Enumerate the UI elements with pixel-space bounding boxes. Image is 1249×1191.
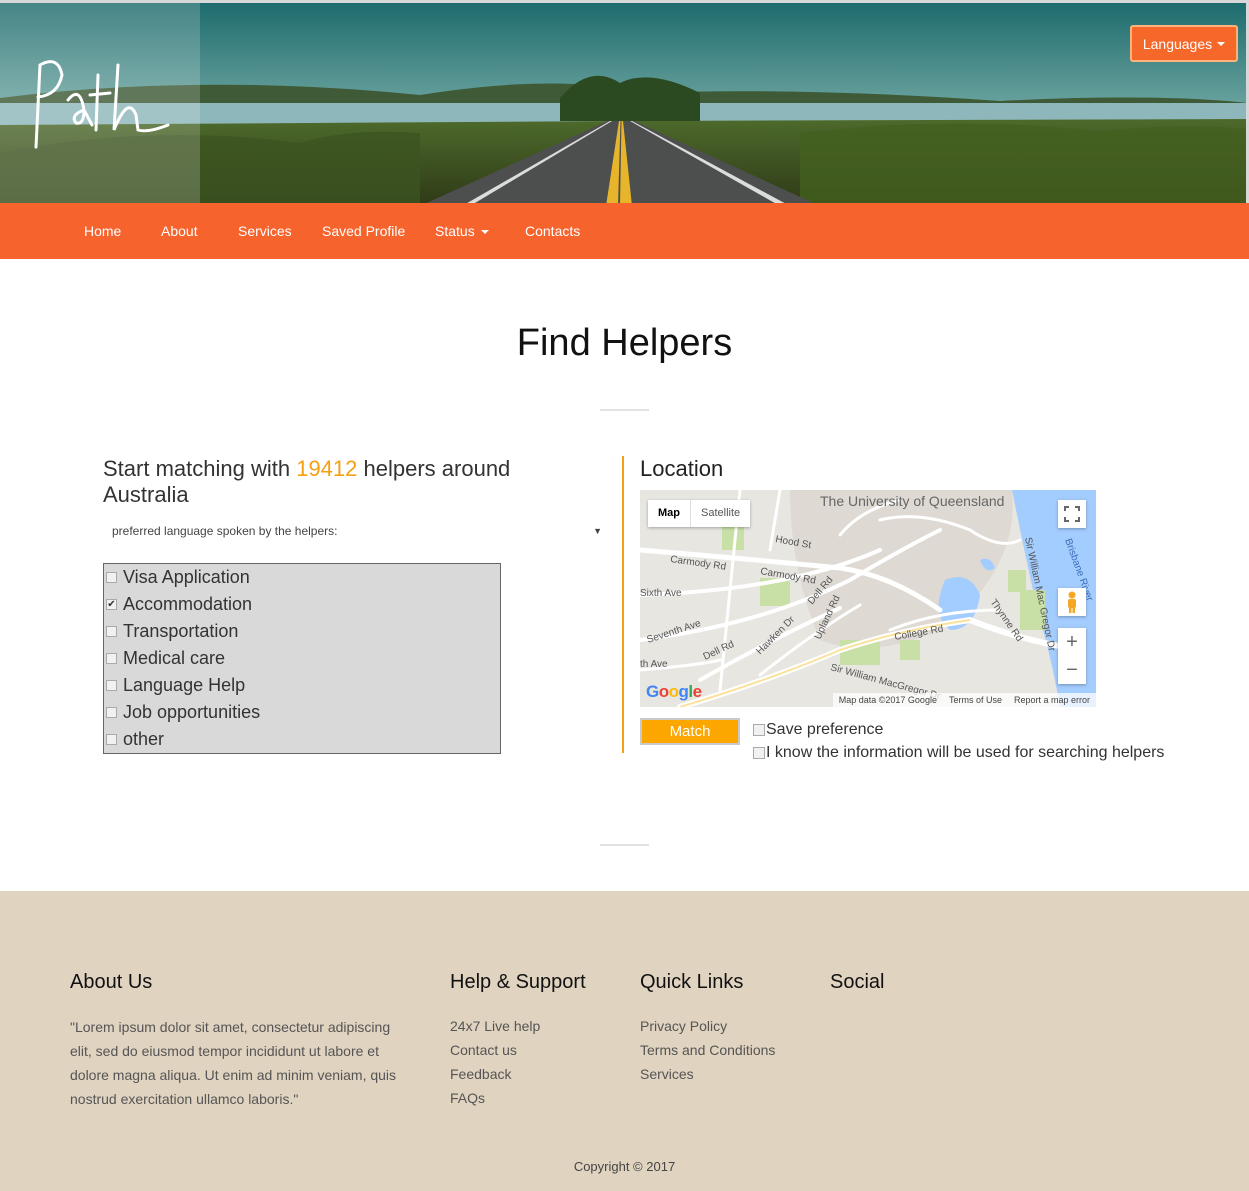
footer: About Us "Lorem ipsum dolor sit amet, co…: [0, 891, 1249, 1191]
languages-dropdown-button[interactable]: Languages: [1130, 25, 1238, 62]
section-separator: [622, 456, 624, 753]
footer-quick-links-title: Quick Links: [640, 971, 744, 993]
service-option-visa-application[interactable]: Visa Application: [104, 564, 250, 591]
helper-count: 19412: [296, 456, 358, 481]
checkbox[interactable]: [106, 680, 117, 691]
service-option-transportation[interactable]: Transportation: [104, 618, 238, 645]
language-select-label: preferred language spoken by the helpers…: [112, 524, 338, 538]
fullscreen-icon-graphic: [1064, 506, 1080, 522]
service-option-language-help[interactable]: Language Help: [104, 672, 245, 699]
service-option-job-opportunities[interactable]: Job opportunities: [104, 699, 260, 726]
copyright: Copyright © 2017: [573, 1159, 676, 1174]
checkbox[interactable]: [106, 734, 117, 745]
pegman-icon-graphic: [1068, 591, 1076, 613]
map-attribution-bar: Map data ©2017 Google Terms of Use Repor…: [832, 693, 1096, 707]
zoom-control: + −: [1058, 628, 1086, 684]
nav-contacts[interactable]: Contacts: [525, 203, 580, 259]
save-preference-option[interactable]: Save preference: [753, 721, 883, 739]
nav-saved-profile[interactable]: Saved Profile: [322, 203, 405, 259]
match-heading: Start matching with 19412 helpers around…: [103, 456, 523, 508]
checkbox[interactable]: [106, 653, 117, 664]
nav-status-label: Status: [435, 223, 475, 239]
nav-status-dropdown[interactable]: Status: [435, 203, 489, 259]
service-option-medical-care[interactable]: Medical care: [104, 645, 225, 672]
service-label: other: [123, 729, 165, 749]
title-divider: [600, 409, 649, 411]
location-map[interactable]: The University of Queensland Hood St Car…: [640, 490, 1096, 707]
preferred-language-select[interactable]: preferred language spoken by the helpers…: [103, 518, 605, 544]
checkbox-checked[interactable]: ✔: [106, 599, 117, 610]
fullscreen-icon[interactable]: [1058, 500, 1086, 528]
service-option-accommodation[interactable]: ✔ Accommodation: [104, 591, 252, 618]
service-label: Accommodation: [123, 594, 253, 614]
map-label-university: The University of Queensland: [820, 493, 1004, 509]
footer-help-title: Help & Support: [450, 971, 586, 993]
google-logo[interactable]: Google: [646, 682, 702, 702]
service-label: Transportation: [123, 621, 239, 641]
checkbox[interactable]: [106, 572, 117, 583]
consent-label: I know the information will be used for …: [766, 744, 1165, 761]
path-logo[interactable]: [18, 55, 188, 155]
nav-about[interactable]: About: [161, 203, 198, 259]
map-terms-link[interactable]: Terms of Use: [949, 693, 1002, 707]
checkbox[interactable]: [106, 707, 117, 718]
caret-down-icon: [1217, 41, 1226, 46]
map-type-control: Map Satellite: [648, 500, 751, 527]
street-view-pegman-icon[interactable]: [1058, 588, 1086, 616]
dropdown-arrow-icon: ▼: [593, 526, 602, 536]
service-label: Visa Application: [123, 567, 250, 587]
services-list: Visa Application ✔ Accommodation Transpo…: [103, 563, 501, 754]
footer-link-contact-us[interactable]: Contact us: [450, 1042, 517, 1058]
footer-link-live-help[interactable]: 24x7 Live help: [450, 1018, 540, 1034]
header-banner: Languages: [0, 0, 1249, 203]
footer-link-terms[interactable]: Terms and Conditions: [640, 1042, 775, 1058]
service-label: Language Help: [123, 675, 246, 695]
map-label-sixth: Sixth Ave: [640, 588, 682, 599]
nav-home[interactable]: Home: [84, 203, 121, 259]
footer-link-faqs[interactable]: FAQs: [450, 1090, 485, 1106]
map-attribution: Map data ©2017 Google: [838, 695, 937, 705]
service-label: Job opportunities: [123, 702, 261, 722]
footer-about-text: "Lorem ipsum dolor sit amet, consectetur…: [70, 1019, 397, 1107]
logo-panel[interactable]: [0, 3, 200, 203]
service-label: Medical care: [123, 648, 226, 668]
zoom-out-button[interactable]: −: [1058, 656, 1086, 684]
footer-social-title: Social: [830, 971, 885, 993]
checkbox[interactable]: [106, 626, 117, 637]
page-title: Find Helpers: [516, 322, 733, 364]
caret-down-icon: [480, 230, 489, 234]
location-heading: Location: [640, 456, 724, 481]
zoom-in-button[interactable]: +: [1058, 628, 1086, 656]
save-preference-label: Save preference: [766, 721, 884, 738]
match-prefix: Start matching with: [103, 456, 291, 481]
consent-option[interactable]: I know the information will be used for …: [753, 744, 1164, 762]
map-label-th-ave: th Ave: [640, 659, 668, 670]
map-report-link[interactable]: Report a map error: [1014, 693, 1090, 707]
nav-services[interactable]: Services: [238, 203, 292, 259]
footer-link-privacy[interactable]: Privacy Policy: [640, 1018, 727, 1034]
service-option-other[interactable]: other: [104, 726, 164, 753]
footer-link-feedback[interactable]: Feedback: [450, 1066, 511, 1082]
map-tab-satellite[interactable]: Satellite: [690, 500, 750, 527]
bottom-divider: [600, 844, 649, 846]
save-preference-checkbox[interactable]: [753, 724, 765, 736]
languages-label: Languages: [1142, 35, 1213, 52]
main-nav: Home About Services Saved Profile Status…: [0, 203, 1249, 259]
match-button[interactable]: Match: [640, 718, 740, 745]
consent-checkbox[interactable]: [753, 747, 765, 759]
footer-about-title: About Us: [70, 971, 153, 993]
map-tab-map[interactable]: Map: [648, 500, 690, 527]
footer-link-services[interactable]: Services: [640, 1066, 694, 1082]
